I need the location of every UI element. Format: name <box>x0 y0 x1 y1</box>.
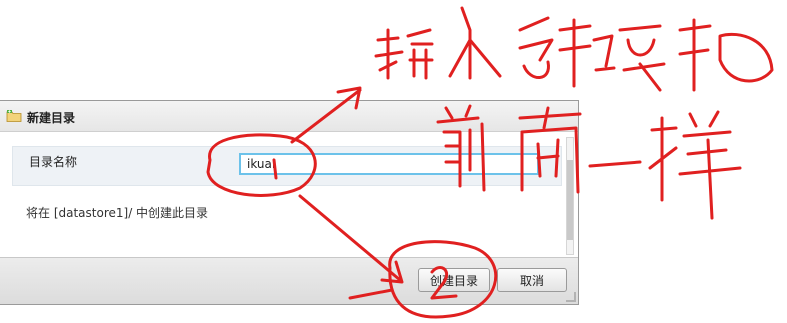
folder-name-label: 目录名称 <box>29 155 78 169</box>
dialog-footer: 创建目录 取消 <box>0 257 578 304</box>
dialog-body: 目录名称 将在 [datastore1]/ 中创建此目录 <box>0 132 564 258</box>
vertical-scrollbar[interactable] <box>566 137 574 255</box>
create-location-text: 将在 [datastore1]/ 中创建此目录 <box>26 206 209 220</box>
folder-name-input[interactable] <box>239 153 539 175</box>
resize-grip-icon[interactable] <box>566 292 576 302</box>
scrollbar-thumb[interactable] <box>567 160 573 240</box>
create-folder-button[interactable]: 创建目录 <box>418 268 490 292</box>
dialog-title: 新建目录 <box>27 111 76 125</box>
dialog-titlebar: 新建目录 <box>0 101 578 132</box>
folder-add-icon <box>6 110 22 122</box>
cancel-button[interactable]: 取消 <box>497 268 567 292</box>
folder-name-row: 目录名称 <box>12 146 562 186</box>
new-folder-dialog: 新建目录 目录名称 将在 [datastore1]/ 中创建此目录 创建目录 取… <box>0 100 579 305</box>
